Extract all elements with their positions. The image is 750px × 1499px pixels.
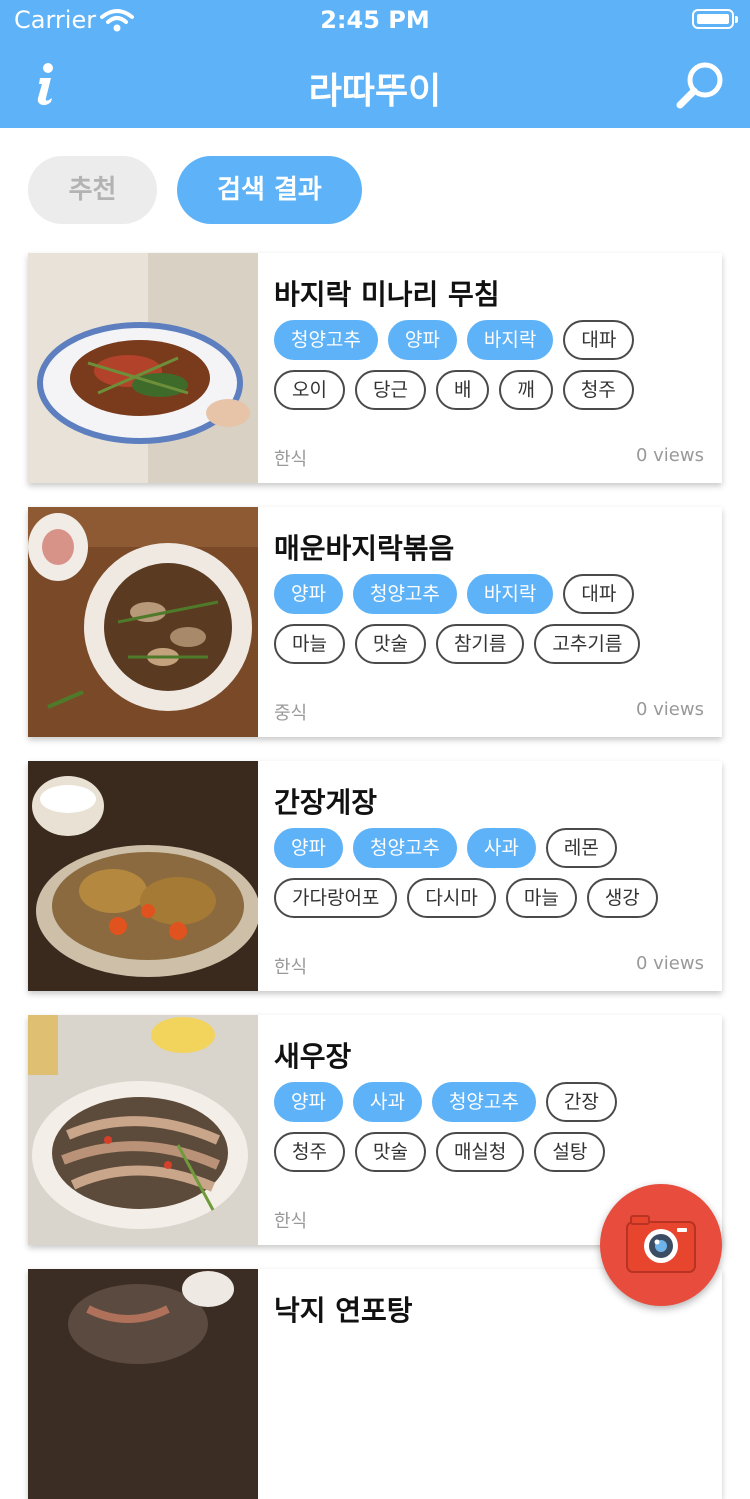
status-bar: Carrier 2:45 PM — [0, 0, 750, 40]
ingredient-tag: 간장 — [545, 1082, 617, 1122]
tag-row: 양파 청양고추 바지락 대파 — [274, 574, 714, 614]
matched-ingredient-tag: 양파 — [274, 1082, 343, 1122]
recipe-card[interactable]: 간장게장 양파 청양고추 사과 레몬가다랑어포 다시마 마늘 생강 한식 0 views — [28, 761, 722, 991]
recipe-category: 한식 — [274, 449, 308, 470]
ingredient-tag: 대파 — [563, 574, 635, 614]
ingredient-tag: 참기름 — [435, 624, 525, 664]
recipe-card[interactable]: 바지락 미나리 무침 청양고추 양파 바지락 대파오이 당근 배 깨 청주 한식 0 view… — [28, 253, 722, 483]
recipe-photo — [28, 1269, 258, 1499]
recipe-photo — [28, 253, 258, 483]
search-icon[interactable] — [672, 60, 728, 110]
ingredient-tag: 깨 — [499, 370, 553, 410]
tag-row: 가다랑어포 다시마 마늘 생강 — [274, 878, 714, 918]
tab-search-results[interactable]: 검색 결과 — [177, 156, 362, 224]
ingredient-tag: 당근 — [354, 370, 426, 410]
camera-icon — [626, 1215, 696, 1273]
ingredient-tags: 양파 사과 청양고추 간장청주 맛술 매실청 설탕 — [274, 1082, 714, 1182]
matched-ingredient-tag: 청양고추 — [431, 1082, 536, 1122]
ingredient-tag: 고추기름 — [534, 624, 641, 664]
ingredient-tag: 배 — [435, 370, 490, 410]
battery-icon — [692, 9, 738, 29]
ingredient-tag: 오이 — [274, 370, 345, 410]
matched-ingredient-tag: 청양고추 — [352, 574, 457, 614]
app-title: 라따뚜이 — [308, 71, 442, 112]
top-bar: Carrier 2:45 PM 라따뚜이 — [0, 0, 750, 128]
recipe-card[interactable]: 낙지 연포탕 — [28, 1269, 722, 1499]
recipe-name: 매운바지락볶음 — [274, 532, 455, 565]
recipe-photo — [28, 1015, 258, 1245]
matched-ingredient-tag: 양파 — [274, 574, 343, 614]
ingredient-tag: 매실청 — [435, 1132, 525, 1172]
ingredient-tag: 설탕 — [534, 1132, 606, 1172]
recipe-name: 낙지 연포탕 — [274, 1294, 413, 1327]
matched-ingredient-tag: 청양고추 — [352, 828, 457, 868]
ingredient-tag: 청주 — [562, 370, 634, 410]
ingredient-tag: 맛술 — [354, 624, 426, 664]
recipe-name: 바지락 미나리 무침 — [274, 278, 500, 311]
ingredient-tag: 레몬 — [545, 828, 617, 868]
ingredient-tag: 청주 — [274, 1132, 345, 1172]
tab-recommend[interactable]: 추천 — [28, 156, 157, 224]
ingredient-tag: 가다랑어포 — [274, 878, 398, 918]
tag-row: 양파 사과 청양고추 간장 — [274, 1082, 714, 1122]
matched-ingredient-tag: 양파 — [274, 828, 343, 868]
camera-button[interactable] — [600, 1184, 722, 1306]
ingredient-tag: 생강 — [586, 878, 658, 918]
matched-ingredient-tag: 양파 — [387, 320, 457, 360]
tag-row: 마늘 맛술 참기름 고추기름 — [274, 624, 714, 664]
ingredient-tags: 청양고추 양파 바지락 대파오이 당근 배 깨 청주 — [274, 320, 714, 420]
ingredient-tag: 대파 — [563, 320, 635, 360]
tag-row: 청주 맛술 매실청 설탕 — [274, 1132, 714, 1172]
matched-ingredient-tag: 바지락 — [466, 320, 554, 360]
tag-row: 양파 청양고추 사과 레몬 — [274, 828, 714, 868]
recipe-category: 한식 — [274, 957, 308, 978]
recipe-name: 간장게장 — [274, 786, 378, 819]
recipe-category: 한식 — [274, 1211, 308, 1232]
recipe-name: 새우장 — [274, 1040, 352, 1073]
matched-ingredient-tag: 사과 — [352, 1082, 422, 1122]
status-time: 2:45 PM — [320, 6, 430, 34]
ingredient-tags: 양파 청양고추 사과 레몬가다랑어포 다시마 마늘 생강 — [274, 828, 714, 928]
recipe-photo — [28, 507, 258, 737]
recipe-card[interactable]: 매운바지락볶음 양파 청양고추 바지락 대파마늘 맛술 참기름 고추기름 중식 0 view… — [28, 507, 722, 737]
matched-ingredient-tag: 사과 — [466, 828, 536, 868]
ingredient-tag: 마늘 — [274, 624, 345, 664]
view-count: 0 views — [635, 445, 704, 466]
recipe-category: 중식 — [274, 703, 308, 724]
recipe-photo — [28, 761, 258, 991]
ingredient-tags: 양파 청양고추 바지락 대파마늘 맛술 참기름 고추기름 — [274, 574, 714, 674]
view-count: 0 views — [635, 953, 704, 974]
ingredient-tag: 다시마 — [407, 878, 496, 918]
matched-ingredient-tag: 바지락 — [466, 574, 554, 614]
tag-row: 청양고추 양파 바지락 대파 — [274, 320, 714, 360]
ingredient-tag: 맛술 — [354, 1132, 426, 1172]
tag-row: 오이 당근 배 깨 청주 — [274, 370, 714, 410]
view-count: 0 views — [635, 699, 704, 720]
ingredient-tag: 마늘 — [505, 878, 577, 918]
matched-ingredient-tag: 청양고추 — [274, 320, 378, 360]
